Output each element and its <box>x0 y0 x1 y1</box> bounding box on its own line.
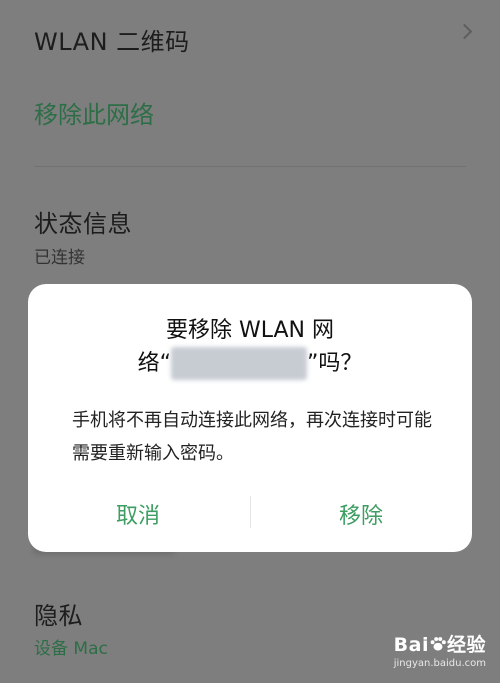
dialog-message: 手机将不再自动连接此网络，再次连接时可能需要重新输入密码。 <box>72 410 432 464</box>
watermark-logo: Bai 经验 <box>394 630 486 657</box>
remove-button[interactable]: 移除 <box>306 498 416 530</box>
wlan-qr-code-label: WLAN 二维码 <box>34 28 190 56</box>
wlan-qr-code-row[interactable]: WLAN 二维码 <box>34 22 190 57</box>
chevron-right-icon <box>456 23 473 40</box>
remove-network-dialog: 要移除 WLAN 网 络“ CMCC-xqhd ”吗？ 手机将不再自动连接此网络，再… <box>28 284 472 552</box>
remove-network-link[interactable]: 移除此网络 <box>34 95 154 130</box>
dialog-title-prefix: 络“ <box>137 351 172 376</box>
cancel-button[interactable]: 取消 <box>83 498 193 530</box>
baidu-jingyan-watermark: Bai 经验 jingyan.baidu.com <box>394 630 486 669</box>
watermark-brand: Bai <box>393 634 429 656</box>
status-heading: 状态信息 <box>34 210 132 238</box>
privacy-heading: 隐私 <box>34 602 83 630</box>
dialog-title: 要移除 WLAN 网 络“ CMCC-xqhd ”吗？ <box>28 314 472 380</box>
privacy-value[interactable]: 设备 Mac <box>34 634 108 659</box>
paw-icon <box>430 637 446 651</box>
status-value: 已连接 <box>34 248 85 268</box>
network-ssid: CMCC-xqhd <box>171 347 307 380</box>
button-separator <box>250 496 251 528</box>
divider <box>34 166 466 167</box>
watermark-brand-suffix: 经验 <box>446 634 486 656</box>
watermark-url: jingyan.baidu.com <box>393 658 486 669</box>
dialog-title-suffix: ”吗？ <box>306 351 363 376</box>
dialog-title-line1: 要移除 WLAN 网 <box>165 318 334 343</box>
